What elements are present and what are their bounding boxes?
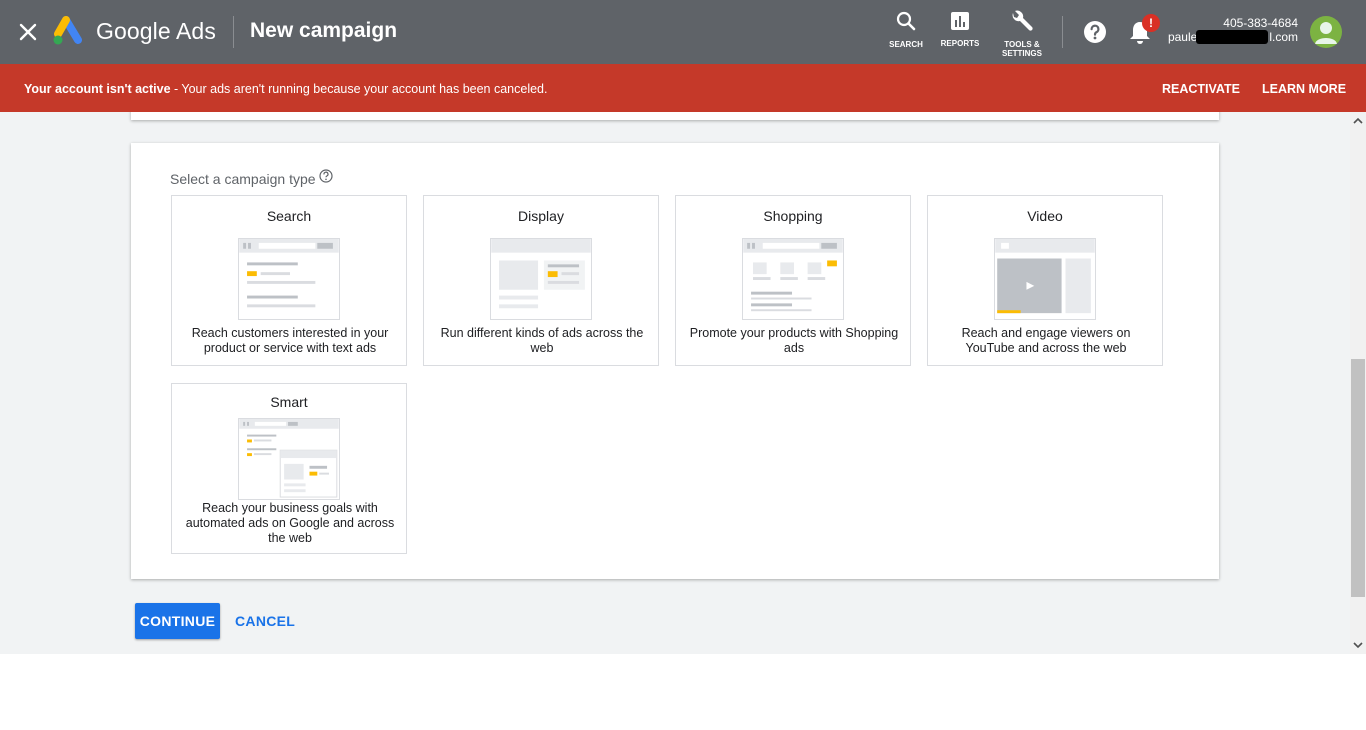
alert-message: Your account isn't active - Your ads are… bbox=[24, 82, 547, 96]
tile-title: Shopping bbox=[763, 208, 823, 224]
reports-tool-label: REPORTS bbox=[940, 39, 980, 48]
search-icon bbox=[896, 11, 916, 31]
campaign-type-card: Select a campaign type Search Reach cust… bbox=[131, 143, 1219, 579]
campaign-type-smart[interactable]: Smart Reach your business goals with aut… bbox=[171, 383, 407, 554]
tile-description: Run different kinds of ads across the we… bbox=[440, 326, 644, 355]
cancel-button[interactable]: CANCEL bbox=[235, 603, 295, 639]
campaign-type-shopping[interactable]: Shopping Promote your products with Shop… bbox=[675, 195, 911, 366]
user-icon bbox=[1315, 22, 1337, 44]
top-app-bar: Google Ads New campaign SEARCH REPORTS T… bbox=[0, 0, 1366, 64]
close-icon[interactable] bbox=[14, 18, 42, 46]
bar-chart-icon bbox=[951, 12, 969, 30]
tile-description: Reach and engage viewers on YouTube and … bbox=[961, 326, 1131, 355]
product-name: Google Ads bbox=[96, 18, 216, 44]
learn-more-link[interactable]: LEARN MORE bbox=[1262, 82, 1346, 96]
search-campaign-illustration bbox=[238, 238, 340, 320]
reactivate-link[interactable]: REACTIVATE bbox=[1162, 82, 1240, 96]
tile-title: Display bbox=[518, 208, 564, 224]
tools-label-line2: SETTINGS bbox=[1001, 49, 1042, 58]
tile-title: Smart bbox=[270, 394, 308, 410]
chevron-down-icon[interactable] bbox=[1350, 638, 1366, 652]
previous-section-card bbox=[131, 112, 1219, 120]
header-divider-right bbox=[1062, 16, 1063, 48]
alert-message-bold: Your account isn't active bbox=[24, 82, 171, 96]
google-ads-logo-icon bbox=[53, 16, 82, 45]
account-email-end: l.com bbox=[1269, 30, 1298, 44]
tile-title: Video bbox=[1027, 208, 1063, 224]
continue-button[interactable]: CONTINUE bbox=[135, 603, 220, 639]
campaign-type-search[interactable]: Search Reach customers interested in you… bbox=[171, 195, 407, 366]
tile-description: Promote your products with Shopping ads bbox=[689, 326, 899, 355]
campaign-type-display[interactable]: Display Run different kinds of ads acros… bbox=[423, 195, 659, 366]
page-title: New campaign bbox=[250, 19, 398, 42]
tile-description: Reach your business goals with automated… bbox=[185, 501, 395, 545]
help-icon[interactable] bbox=[1083, 20, 1107, 44]
campaign-type-video[interactable]: Video Reach and engage viewers on YouTub… bbox=[927, 195, 1163, 366]
header-divider bbox=[233, 16, 234, 48]
video-campaign-illustration bbox=[994, 238, 1096, 320]
tile-title: Search bbox=[266, 208, 312, 224]
alert-message-rest: - Your ads aren't running because your a… bbox=[170, 82, 548, 96]
chevron-up-icon[interactable] bbox=[1350, 114, 1366, 128]
account-id: 405-383-4684 bbox=[1223, 16, 1298, 30]
account-alert-banner: Your account isn't active - Your ads are… bbox=[0, 64, 1366, 112]
reports-tool-button[interactable]: REPORTS bbox=[938, 10, 982, 48]
main-content: Select a campaign type Search Reach cust… bbox=[0, 112, 1350, 654]
account-email-start: paule bbox=[1167, 30, 1198, 44]
email-redaction bbox=[1196, 30, 1268, 44]
search-tool-button[interactable]: SEARCH bbox=[886, 10, 926, 49]
wrench-icon bbox=[1012, 10, 1033, 31]
search-tool-label: SEARCH bbox=[889, 40, 923, 49]
vertical-scrollbar[interactable] bbox=[1350, 112, 1366, 654]
display-campaign-illustration bbox=[490, 238, 592, 320]
shopping-campaign-illustration bbox=[742, 238, 844, 320]
app-window: Google Ads New campaign SEARCH REPORTS T… bbox=[0, 0, 1366, 730]
smart-campaign-illustration bbox=[238, 418, 340, 500]
notification-badge: ! bbox=[1142, 14, 1160, 32]
help-outline-icon[interactable] bbox=[319, 169, 333, 183]
tools-label-line1: TOOLS & bbox=[1004, 40, 1040, 49]
avatar[interactable] bbox=[1310, 16, 1342, 48]
scrollbar-thumb[interactable] bbox=[1351, 359, 1365, 597]
tools-settings-button[interactable]: TOOLS & SETTINGS bbox=[998, 10, 1046, 58]
tile-description: Reach customers interested in your produ… bbox=[191, 326, 389, 355]
campaign-type-label: Select a campaign type bbox=[170, 171, 316, 187]
